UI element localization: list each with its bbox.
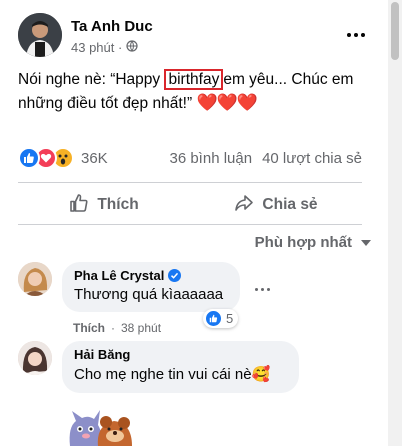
hearts-emoji: ❤️❤️❤️ [196,93,258,112]
caret-down-icon [360,234,372,251]
cartoon-sticker [62,403,142,446]
post-text-before: Nói nghe nè: “Happy [18,71,165,88]
commenter-name[interactable]: Pha Lê Crystal [74,268,164,283]
more-options-button[interactable] [344,25,368,45]
verified-badge-icon [168,269,182,282]
scrollbar[interactable] [388,0,402,446]
reactions-count: 36K [81,149,108,167]
reactions-summary[interactable]: 36K [18,145,108,171]
comment: Pha Lê Crystal Thương quá kìaaaaaa Thích… [18,262,348,337]
comment-bubble: Pha Lê Crystal Thương quá kìaaaaaa [62,262,240,312]
divider [18,224,362,225]
share-icon [234,193,254,218]
commenter-avatar[interactable] [18,341,52,375]
comments-count[interactable]: 36 bình luận [169,150,252,167]
scrollbar-thumb[interactable] [391,2,399,60]
thumbs-up-icon [69,193,89,218]
comment-bubble: Hải Băng Cho mẹ nghe tin vui cái nè🥰 [62,341,299,393]
comment-reactions[interactable]: 5 [203,309,239,328]
post-text: Nói nghe nè: “Happy birthfay em yêu... Ch… [18,68,373,115]
commenter-avatar[interactable] [18,262,52,296]
post-header: Ta Anh Duc 43 phút · [18,13,372,61]
comment-text: Cho mẹ nghe tin vui cái nè🥰 [74,366,271,383]
comment-sort-dropdown[interactable]: Phù hợp nhất [255,234,372,251]
globe-icon [126,40,138,55]
like-reaction-icon [18,147,40,169]
divider [18,182,362,183]
shares-count[interactable]: 40 lượt chia sẻ [262,150,362,167]
commenter-name[interactable]: Hải Băng [74,347,130,362]
like-button[interactable]: Thích [18,188,190,222]
post-actions: Thích Chia sẻ [18,188,362,222]
highlighted-word: birthfay [164,69,224,90]
comment-text: Thương quá kìaaaaaa [74,286,224,303]
share-button[interactable]: Chia sẻ [190,188,362,222]
post-stats: 36 bình luận 40 lượt chia sẻ [169,150,362,167]
like-reaction-icon [205,310,222,327]
comment-more-button[interactable] [255,288,270,291]
author-avatar[interactable] [18,13,62,57]
post-time[interactable]: 43 phút · [71,40,122,55]
comment-time[interactable]: 38 phút [121,321,161,335]
comment-separator: · [111,321,115,335]
sort-label: Phù hợp nhất [254,234,352,251]
comment-actions: Thích · 38 phút [73,321,161,335]
post-meta: 43 phút · [71,40,138,55]
author-name[interactable]: Ta Anh Duc [71,18,153,35]
comment-reaction-count: 5 [226,311,234,326]
comment: Hải Băng Cho mẹ nghe tin vui cái nè🥰 [18,341,348,397]
like-label: Thích [97,196,139,213]
share-label: Chia sẻ [262,196,318,213]
comment-like-button[interactable]: Thích [73,321,105,335]
